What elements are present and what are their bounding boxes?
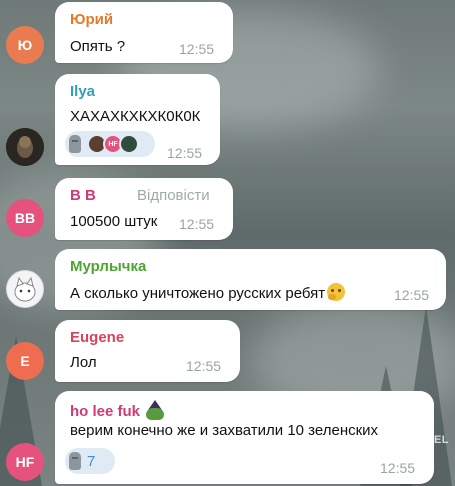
message-author[interactable]: Ilya [70,83,95,100]
avatar-photo-icon [6,128,44,166]
author-name[interactable]: ho lee fuk [70,403,140,420]
avatar[interactable] [6,270,44,308]
reaction-chip[interactable]: HF [65,131,155,157]
message-bubble[interactable]: Ilya ХАХАХКХКХК0К0К HF 12:55 [55,74,220,165]
reply-tag[interactable]: Відповісти [137,187,210,204]
message-bubble[interactable]: Eugene Лол 12:55 [55,320,240,382]
moai-icon [69,452,81,470]
message-text-content: А сколько уничтожено русских ребят [70,285,326,302]
avatar[interactable]: BB [6,199,44,237]
message-time: 12:55 [167,145,203,161]
message-author[interactable]: Мурлычка [70,258,146,275]
reaction-count: 7 [87,452,96,470]
message-time: 12:55 [380,460,416,476]
avatar[interactable]: HF [6,443,44,481]
message-bubble[interactable]: Юрий Опять ? 12:55 [55,2,233,63]
message-author[interactable]: Eugene [70,329,124,346]
message-bubble[interactable]: B B Відповісти 100500 штук 12:55 [55,178,233,240]
message-time: 12:55 [186,358,222,374]
moai-icon [69,135,81,153]
reaction-chip[interactable]: 7 [65,448,115,474]
avatar[interactable]: Ю [6,26,44,64]
message-bubble[interactable]: Мурлычка А сколько уничтожено русских ре… [55,249,446,310]
message-text: А сколько уничтожено русских ребят [70,283,346,302]
message-author[interactable]: Юрий [70,11,113,28]
pepe-wizard-emoji-icon [144,400,166,420]
message-author[interactable]: B B [70,187,96,204]
avatar[interactable]: E [6,342,44,380]
message-text: 100500 штук [70,213,158,230]
message-text: верим конечно же и захватили 10 зеленски… [70,422,379,439]
message-text: ХАХАХКХКХК0К0К [70,108,201,125]
cat-sticker-icon [14,276,36,302]
thinking-face-icon [327,283,346,301]
message-text: Опять ? [70,38,126,55]
reactor-avatar [119,134,139,154]
message-time: 12:55 [179,41,215,57]
message-author[interactable]: ho lee fuk [70,400,166,420]
message-time: 12:55 [394,287,430,303]
watermark: OBOZREVATEL [362,434,449,446]
message-text: Лол [70,354,97,371]
avatar[interactable] [6,128,44,166]
message-time: 12:55 [179,216,215,232]
